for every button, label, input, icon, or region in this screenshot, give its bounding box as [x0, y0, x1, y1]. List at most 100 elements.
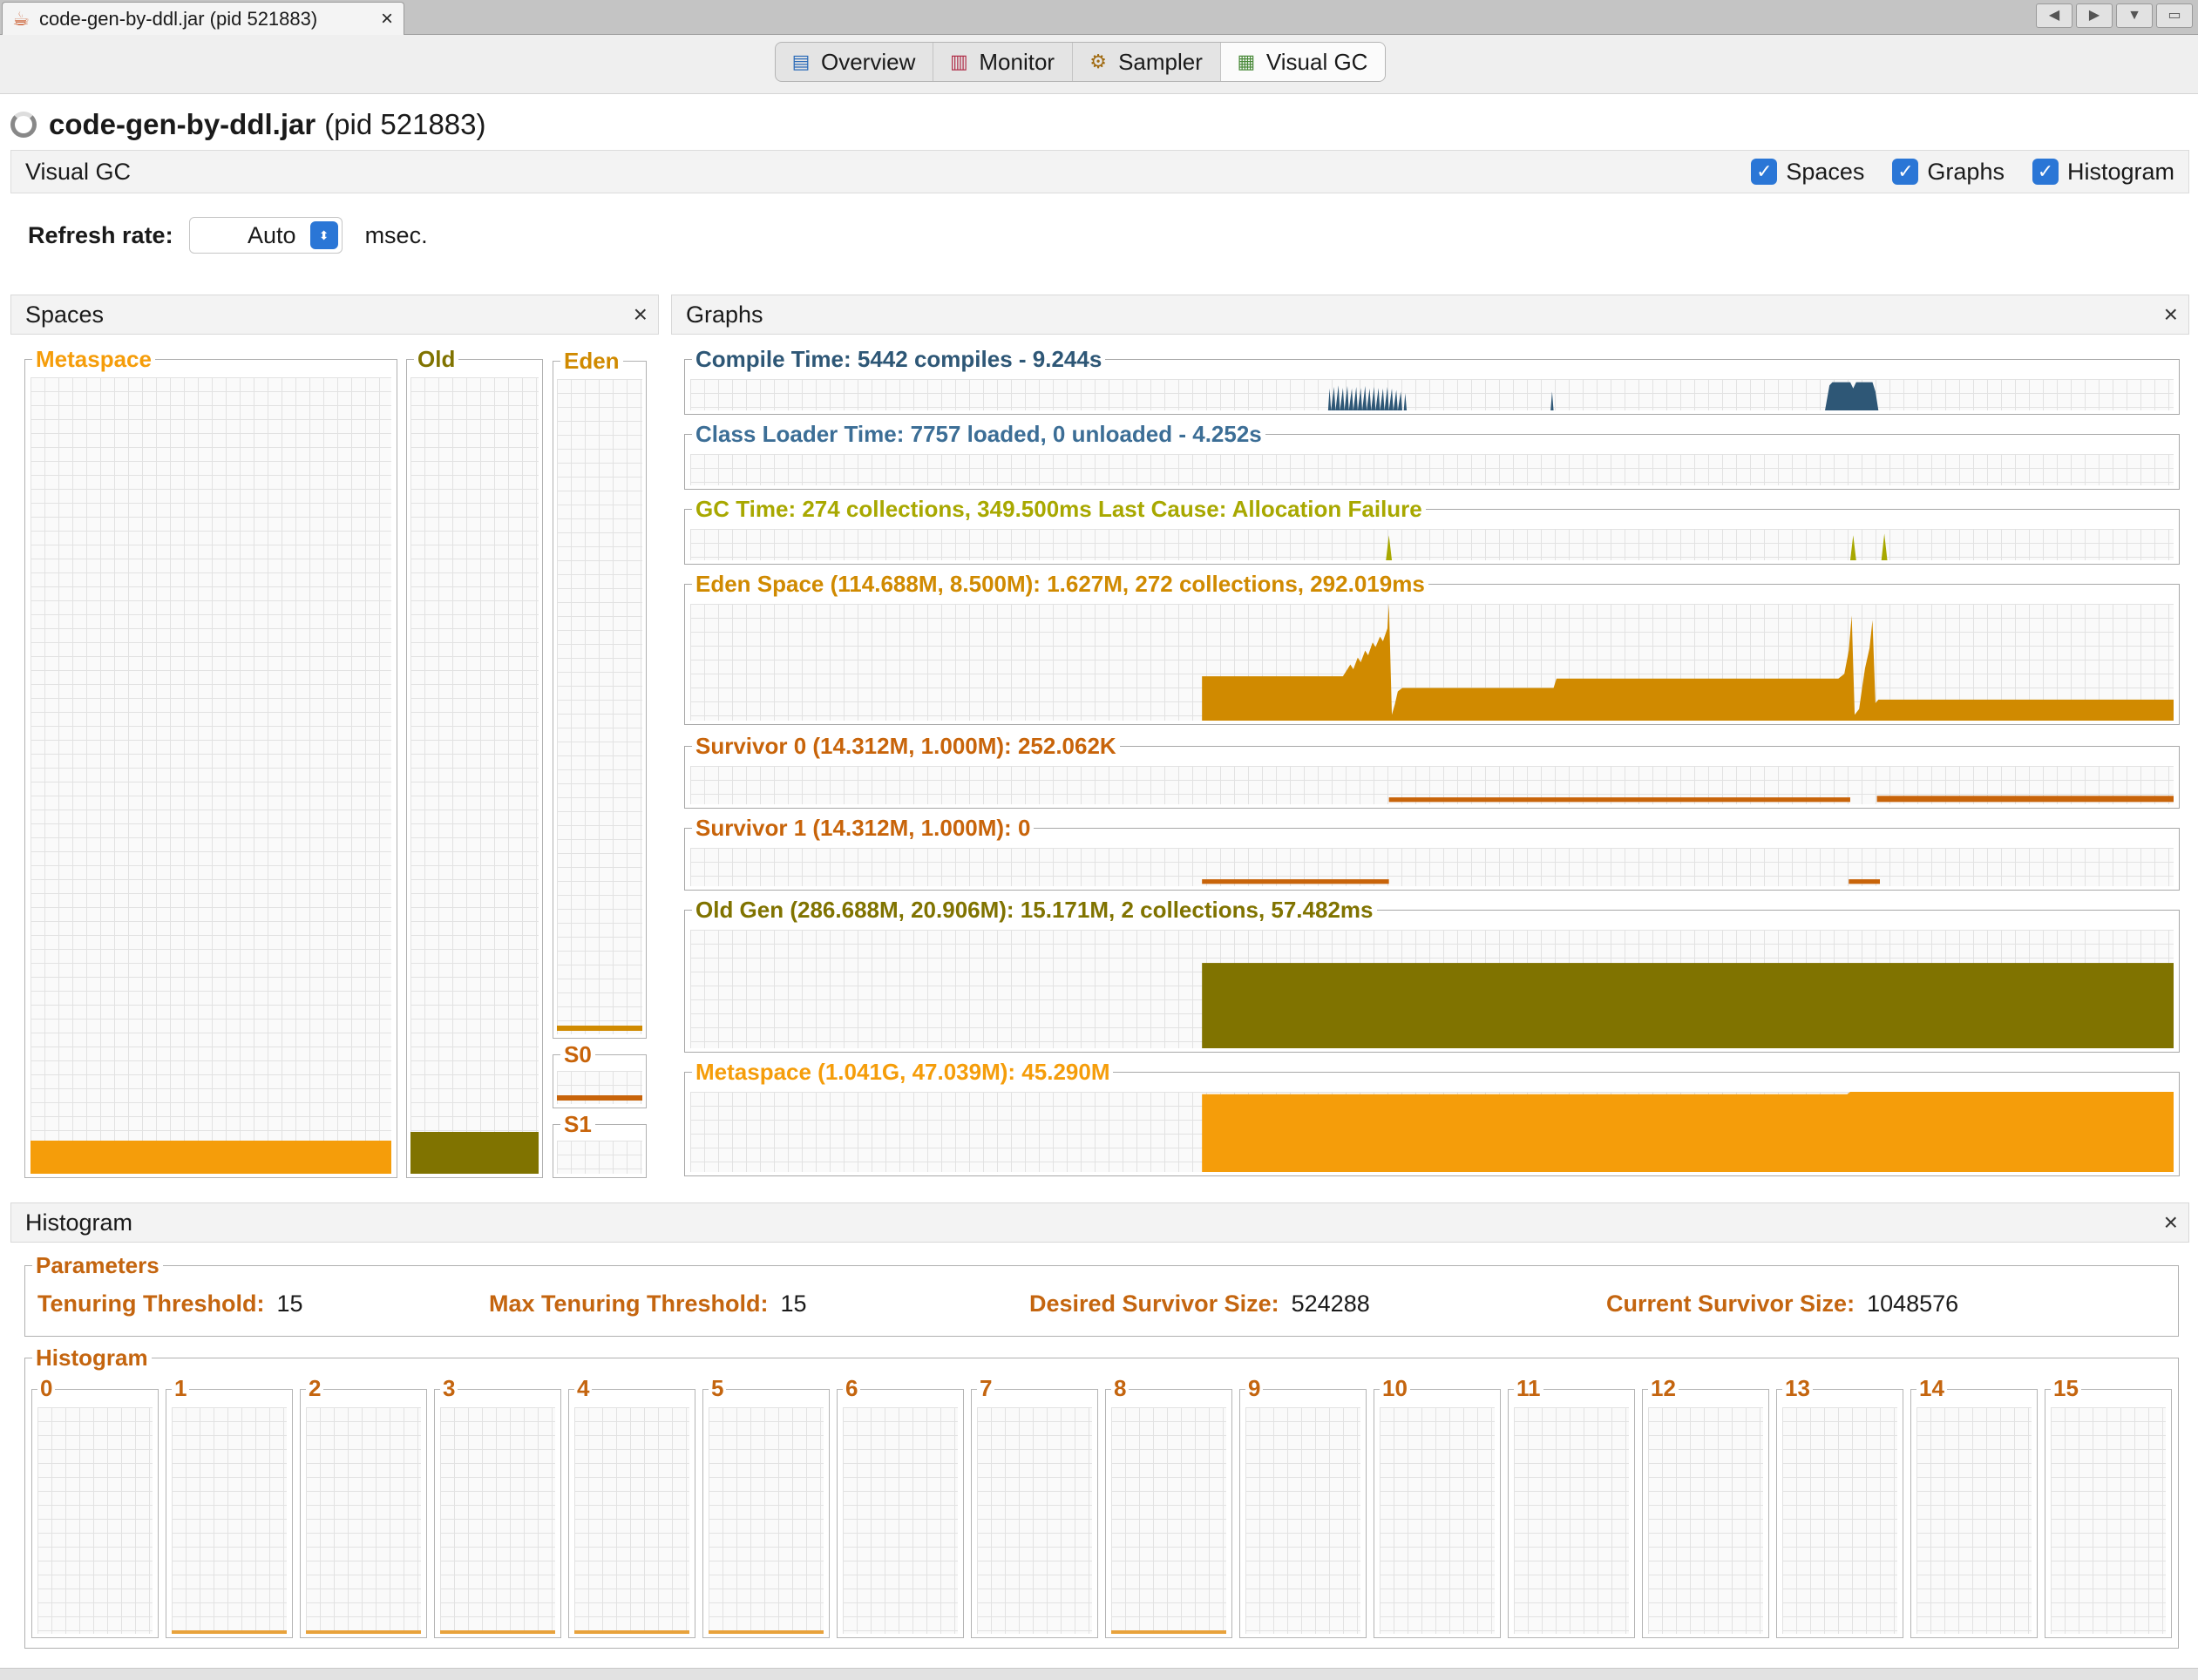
tab-sampler[interactable]: ⚙ Sampler [1073, 43, 1221, 81]
current-survivor-size-value: 1048576 [1867, 1290, 1959, 1317]
s1-space-grid [557, 1141, 642, 1174]
java-app-icon: ☕ [12, 7, 30, 30]
old-gen-svg [1202, 963, 2174, 1048]
tab-overview[interactable]: ▤ Overview [776, 43, 934, 81]
histogram-bucket-grid [977, 1407, 1092, 1634]
old-space: Old [406, 346, 543, 1178]
histogram-bucket: 2 [300, 1374, 427, 1638]
gc-time-label: GC Time: 274 collections, 349.500ms Last… [692, 495, 1426, 523]
spaces-checkbox[interactable]: ✓ Spaces [1751, 159, 1864, 186]
survivor-0-series-a [1388, 797, 1850, 803]
checkmark-icon[interactable]: ✓ [1892, 159, 1919, 185]
survivor-1-graph: Survivor 1 (14.312M, 1.000M): 0 [684, 814, 2180, 891]
graphs-checkbox[interactable]: ✓ Graphs [1892, 159, 2005, 186]
loading-spinner-icon [10, 112, 37, 138]
close-spaces-panel-icon[interactable]: × [634, 301, 648, 329]
metaspace-space-grid [31, 377, 391, 1174]
overview-icon: ▤ [791, 51, 811, 72]
max-tenuring-threshold: Max Tenuring Threshold: 15 [489, 1290, 807, 1318]
graphs-checkbox-label: Graphs [1927, 158, 2005, 185]
view-tabs-bar: ▤ Overview ▥ Monitor ⚙ Sampler ▦ Visual … [0, 35, 2198, 94]
survivor-0-series-b [1876, 796, 2174, 803]
gc-time-plot [690, 529, 2174, 560]
refresh-rate-select[interactable]: Auto ⬍ [188, 217, 343, 254]
status-strip [0, 1668, 2198, 1680]
class-loader-time-plot [690, 454, 2174, 485]
survivor-1-series-b [1849, 879, 1881, 884]
histogram-bucket-fill [172, 1630, 287, 1634]
tab-monitor[interactable]: ▥ Monitor [933, 43, 1074, 81]
process-name: code-gen-by-ddl.jar [49, 108, 316, 140]
histogram-bucket-label: 8 [1111, 1374, 1130, 1402]
maximize-window-icon[interactable]: ▭ [2156, 3, 2193, 28]
histogram-label: Histogram [32, 1345, 152, 1371]
spaces-checkbox-label: Spaces [1786, 158, 1865, 185]
tab-list-dropdown-icon[interactable]: ▼ [2116, 3, 2153, 28]
metaspace-space: Metaspace [24, 346, 397, 1178]
histogram-bucket-grid [1514, 1407, 1629, 1634]
max-tenuring-threshold-value: 15 [780, 1290, 807, 1317]
histogram-panel-title: Histogram [25, 1209, 133, 1236]
histogram-checkbox-label: Histogram [2066, 158, 2174, 185]
dropdown-arrows-icon[interactable]: ⬍ [309, 221, 338, 249]
scroll-right-icon[interactable]: ▶ [2076, 3, 2113, 28]
histogram-bucket: 8 [1105, 1374, 1232, 1638]
eden-used-fill [557, 1026, 642, 1031]
compile-time-graph: Compile Time: 5442 compiles - 9.244s [684, 345, 2180, 415]
refresh-rate-label: Refresh rate: [28, 221, 173, 248]
scroll-left-icon[interactable]: ◀ [2036, 3, 2072, 28]
document-tab-title: code-gen-by-ddl.jar (pid 521883) [39, 7, 318, 30]
histogram-bucket: 11 [1508, 1374, 1635, 1638]
eden-space-svg [1202, 604, 2174, 721]
eden-space-plot [690, 604, 2174, 721]
eden-space-graph-label: Eden Space (114.688M, 8.500M): 1.627M, 2… [692, 570, 1428, 598]
gc-time-graph: GC Time: 274 collections, 349.500ms Last… [684, 495, 2180, 565]
s1-space-label: S1 [560, 1111, 595, 1137]
compile-time-svg [1327, 382, 1879, 410]
s0-space-label: S0 [560, 1041, 595, 1067]
close-histogram-panel-icon[interactable]: × [2164, 1209, 2178, 1236]
document-tab[interactable]: ☕ code-gen-by-ddl.jar (pid 521883) × [2, 2, 404, 35]
metaspace-series [1202, 1092, 2174, 1172]
tenuring-threshold-value: 15 [276, 1290, 303, 1317]
view-options: ✓ Spaces ✓ Graphs ✓ Histogram [1751, 159, 2174, 186]
histogram-bucket: 6 [837, 1374, 964, 1638]
desired-survivor-size-value: 524288 [1291, 1290, 1370, 1317]
eden-space: Eden [553, 348, 647, 1039]
tab-visual-gc[interactable]: ▦ Visual GC [1220, 43, 1386, 81]
old-gen-plot [690, 930, 2174, 1048]
refresh-rate-row: Refresh rate: Auto ⬍ msec. [28, 213, 428, 258]
histogram-bucket: 5 [702, 1374, 830, 1638]
checkmark-icon[interactable]: ✓ [2032, 159, 2059, 185]
process-pid: (pid 521883) [324, 108, 486, 140]
gc-time-series [1386, 533, 1888, 560]
histogram-checkbox[interactable]: ✓ Histogram [2032, 159, 2174, 186]
histogram-bucket: 3 [434, 1374, 561, 1638]
histogram-bucket-grid [2051, 1407, 2166, 1634]
metaspace-used-fill [31, 1141, 391, 1174]
close-graphs-panel-icon[interactable]: × [2164, 301, 2178, 329]
histogram-bucket-grid [709, 1407, 824, 1634]
view-tabs: ▤ Overview ▥ Monitor ⚙ Sampler ▦ Visual … [775, 42, 1387, 82]
eden-space-series [1202, 604, 2174, 721]
tenuring-threshold-label: Tenuring Threshold: [37, 1290, 265, 1317]
survivor-1-svg [1202, 879, 1881, 884]
histogram-bucket-fill [306, 1630, 421, 1634]
histogram-bucket-grid [37, 1407, 153, 1634]
survivor-0-graph-label: Survivor 0 (14.312M, 1.000M): 252.062K [692, 732, 1120, 760]
histogram-bucket: 14 [1910, 1374, 2038, 1638]
close-tab-icon[interactable]: × [381, 7, 393, 31]
refresh-rate-unit: msec. [364, 221, 428, 248]
compile-time-series [1327, 382, 1879, 410]
metaspace-plot [690, 1092, 2174, 1172]
histogram-bucket: 10 [1374, 1374, 1501, 1638]
s0-space-grid [557, 1071, 642, 1104]
survivor-1-plot [690, 848, 2174, 886]
class-loader-time-graph: Class Loader Time: 7757 loaded, 0 unload… [684, 420, 2180, 490]
histogram-bucket-label: 5 [709, 1374, 727, 1402]
refresh-rate-value: Auto [248, 221, 296, 248]
tab-overview-label: Overview [821, 48, 916, 75]
histogram-panel-header: Histogram × [10, 1202, 2189, 1243]
histogram-bucket: 7 [971, 1374, 1098, 1638]
checkmark-icon[interactable]: ✓ [1751, 159, 1778, 185]
